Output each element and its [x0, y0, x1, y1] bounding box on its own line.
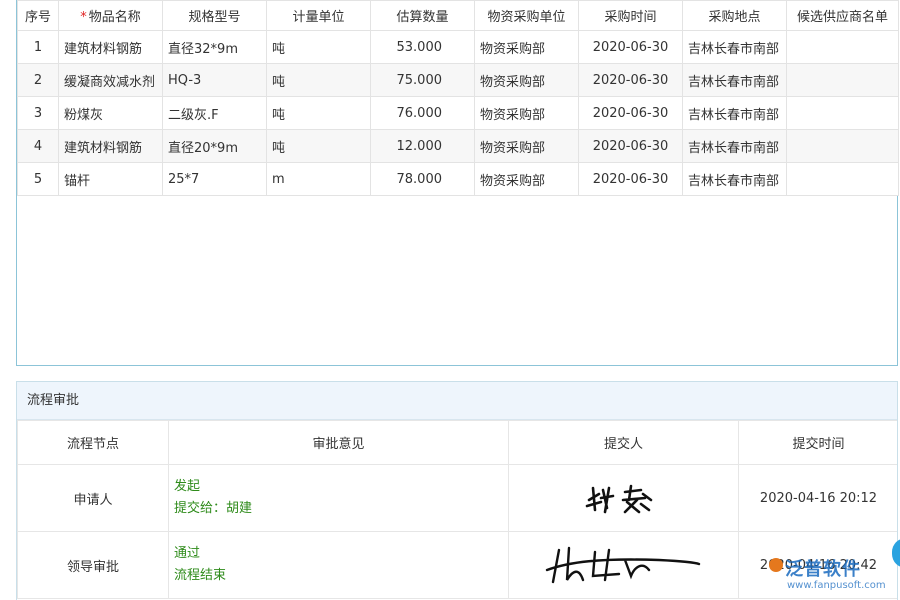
col-header-name[interactable]: *物品名称 — [59, 1, 163, 31]
signature-image — [509, 532, 739, 599]
col-header-supplier[interactable]: 候选供应商名单 — [787, 1, 899, 31]
cell-date[interactable]: 2020-06-30 — [579, 163, 683, 196]
col-header-name-label: 物品名称 — [89, 10, 141, 25]
opinion-action: 通过 — [174, 543, 508, 565]
handwritten-signature — [539, 540, 709, 590]
flow-opinion: 发起 提交给：胡建 — [169, 465, 509, 532]
cell-qty[interactable]: 12.000 — [371, 130, 475, 163]
flow-col-opinion: 审批意见 — [169, 421, 509, 465]
cell-no: 3 — [18, 97, 59, 130]
cell-unit[interactable]: m — [267, 163, 371, 196]
cell-supplier[interactable] — [787, 97, 899, 130]
flow-col-submitter: 提交人 — [509, 421, 739, 465]
cell-supplier[interactable] — [787, 31, 899, 64]
cell-dept[interactable]: 物资采购部 — [475, 31, 579, 64]
col-header-unit[interactable]: 计量单位 — [267, 1, 371, 31]
cell-dept[interactable]: 物资采购部 — [475, 163, 579, 196]
flow-approval-title: 流程审批 — [17, 382, 897, 420]
table-row[interactable]: 1 建筑材料钢筋 直径32*9m 吨 53.000 物资采购部 2020-06-… — [18, 31, 899, 64]
flow-col-time: 提交时间 — [739, 421, 899, 465]
brand-logo-icon — [769, 558, 783, 572]
cell-unit[interactable]: 吨 — [267, 130, 371, 163]
cell-spec[interactable]: 直径32*9m — [163, 31, 267, 64]
watermark: 泛普软件 www.fanpusoft.com — [769, 558, 889, 598]
flow-time: 2020-04-16 20:12 — [739, 465, 899, 532]
cell-name[interactable]: 粉煤灰 — [59, 97, 163, 130]
cell-date[interactable]: 2020-06-30 — [579, 31, 683, 64]
cell-place[interactable]: 吉林长春市南部 — [683, 31, 787, 64]
cell-qty[interactable]: 75.000 — [371, 64, 475, 97]
purchase-items-table: 序号 *物品名称 规格型号 计量单位 估算数量 物资采购单位 采购时间 采购地点… — [17, 0, 899, 196]
cell-supplier[interactable] — [787, 130, 899, 163]
watermark-name: 泛普软件 — [785, 555, 861, 581]
table-header-row: 序号 *物品名称 规格型号 计量单位 估算数量 物资采购单位 采购时间 采购地点… — [18, 1, 899, 31]
cell-supplier[interactable] — [787, 64, 899, 97]
cell-date[interactable]: 2020-06-30 — [579, 97, 683, 130]
cell-no: 4 — [18, 130, 59, 163]
cell-place[interactable]: 吉林长春市南部 — [683, 163, 787, 196]
cell-spec[interactable]: 二级灰.F — [163, 97, 267, 130]
col-header-dept[interactable]: 物资采购单位 — [475, 1, 579, 31]
flow-node: 领导审批 — [18, 532, 169, 599]
flow-col-node: 流程节点 — [18, 421, 169, 465]
cell-name[interactable]: 缓凝商效减水剂 — [59, 64, 163, 97]
flow-approval-table: 流程节点 审批意见 提交人 提交时间 申请人 发起 提交给：胡建 — [17, 420, 898, 599]
cell-qty[interactable]: 53.000 — [371, 31, 475, 64]
cell-place[interactable]: 吉林长春市南部 — [683, 130, 787, 163]
cell-no: 1 — [18, 31, 59, 64]
cell-name[interactable]: 建筑材料钢筋 — [59, 130, 163, 163]
flow-row: 领导审批 通过 流程结束 2020-04-16 20:42 — [18, 532, 899, 599]
table-row[interactable]: 5 锚杆 25*7 m 78.000 物资采购部 2020-06-30 吉林长春… — [18, 163, 899, 196]
cell-name[interactable]: 锚杆 — [59, 163, 163, 196]
flow-opinion: 通过 流程结束 — [169, 532, 509, 599]
cell-place[interactable]: 吉林长春市南部 — [683, 64, 787, 97]
cell-place[interactable]: 吉林长春市南部 — [683, 97, 787, 130]
col-header-spec[interactable]: 规格型号 — [163, 1, 267, 31]
flow-node: 申请人 — [18, 465, 169, 532]
cell-dept[interactable]: 物资采购部 — [475, 97, 579, 130]
purchase-items-panel: 序号 *物品名称 规格型号 计量单位 估算数量 物资采购单位 采购时间 采购地点… — [16, 0, 898, 366]
table-row[interactable]: 3 粉煤灰 二级灰.F 吨 76.000 物资采购部 2020-06-30 吉林… — [18, 97, 899, 130]
flow-header-row: 流程节点 审批意见 提交人 提交时间 — [18, 421, 899, 465]
col-header-no[interactable]: 序号 — [18, 1, 59, 31]
flow-approval-panel: 流程审批 流程节点 审批意见 提交人 提交时间 申请人 发起 提交给：胡建 — [16, 381, 898, 600]
required-mark: * — [80, 10, 87, 25]
col-header-date[interactable]: 采购时间 — [579, 1, 683, 31]
col-header-qty[interactable]: 估算数量 — [371, 1, 475, 31]
opinion-detail: 流程结束 — [174, 565, 508, 587]
cell-spec[interactable]: HQ-3 — [163, 64, 267, 97]
table-row[interactable]: 4 建筑材料钢筋 直径20*9m 吨 12.000 物资采购部 2020-06-… — [18, 130, 899, 163]
cell-supplier[interactable] — [787, 163, 899, 196]
cell-unit[interactable]: 吨 — [267, 64, 371, 97]
flow-row: 申请人 发起 提交给：胡建 2020-04-16 20:12 — [18, 465, 899, 532]
table-row[interactable]: 2 缓凝商效减水剂 HQ-3 吨 75.000 物资采购部 2020-06-30… — [18, 64, 899, 97]
cell-date[interactable]: 2020-06-30 — [579, 64, 683, 97]
cell-dept[interactable]: 物资采购部 — [475, 130, 579, 163]
col-header-place[interactable]: 采购地点 — [683, 1, 787, 31]
opinion-detail: 提交给：胡建 — [174, 498, 508, 520]
cell-qty[interactable]: 78.000 — [371, 163, 475, 196]
cell-unit[interactable]: 吨 — [267, 31, 371, 64]
cell-dept[interactable]: 物资采购部 — [475, 64, 579, 97]
cell-date[interactable]: 2020-06-30 — [579, 130, 683, 163]
cell-no: 5 — [18, 163, 59, 196]
opinion-action: 发起 — [174, 476, 508, 498]
cell-spec[interactable]: 25*7 — [163, 163, 267, 196]
signature-image — [509, 465, 739, 532]
cell-unit[interactable]: 吨 — [267, 97, 371, 130]
cell-name[interactable]: 建筑材料钢筋 — [59, 31, 163, 64]
cell-spec[interactable]: 直径20*9m — [163, 130, 267, 163]
cell-no: 2 — [18, 64, 59, 97]
cell-qty[interactable]: 76.000 — [371, 97, 475, 130]
handwritten-signature — [579, 478, 669, 518]
watermark-url: www.fanpusoft.com — [787, 580, 886, 591]
